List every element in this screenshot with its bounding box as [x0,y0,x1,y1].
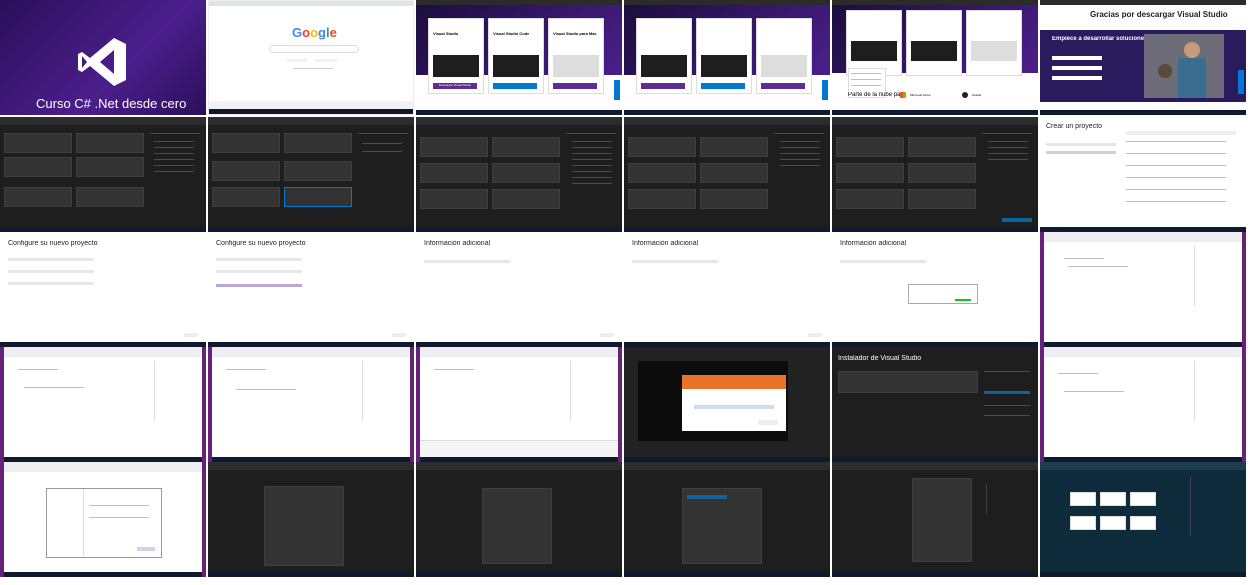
feeling-lucky-button[interactable] [315,59,337,62]
google-search-button[interactable] [287,59,307,62]
github-icon [962,92,968,98]
google-search-input[interactable] [269,45,359,53]
tile-create-project[interactable]: Crear un proyecto [1040,117,1246,232]
presenter-photo [1144,34,1224,98]
dialog[interactable] [682,375,786,431]
tile-additional-3[interactable]: Información adicional [832,232,1038,347]
tile-editor-1[interactable] [1040,232,1246,347]
visual-studio-logo-icon [78,38,126,86]
card-vs[interactable]: Visual Studio Descargar Visual Studio [428,18,484,94]
tile-installer-2[interactable] [208,117,414,232]
card-vscode[interactable]: Visual Studio Code [488,18,544,94]
card-vs-mac[interactable]: Visual Studio para Mac [548,18,604,94]
tile-dark-new-3[interactable] [624,462,830,577]
tile-dark-new-1[interactable] [208,462,414,577]
tile-installer-4[interactable] [624,117,830,232]
google-logo: Google [292,25,337,40]
tile-options-dialog[interactable] [0,462,206,577]
tile-additional-1[interactable]: Información adicional [416,232,622,347]
tile-installer-5[interactable] [832,117,1038,232]
tile-vs-installer[interactable]: Instalador de Visual Studio [832,347,1038,462]
tile-editor-2[interactable] [0,347,206,462]
tile-dark-new-2[interactable] [416,462,622,577]
tile-editor-3[interactable] [208,347,414,462]
tile-editor-4[interactable] [416,347,622,462]
tile-thanks[interactable]: Gracias por descargar Visual Studio Empi… [1040,0,1246,115]
tile-editor-5[interactable] [1040,347,1246,462]
tile-dark-context[interactable] [832,462,1038,577]
tile-course-title[interactable]: Curso C# .Net desde cero [0,0,206,115]
microsoft-icon [900,92,906,98]
tile-vs-dropdown[interactable]: Parte de la nube para Microsoft Azure Gi… [832,0,1038,115]
tile-dark-theme[interactable] [1040,462,1246,577]
tile-google[interactable]: Google [208,0,414,115]
tile-vs-download-2[interactable] [624,0,830,115]
tile-vs-download[interactable]: Visual Studio Descargar Visual Studio Vi… [416,0,622,115]
tile-configure-2[interactable]: Configure su nuevo proyecto [208,232,414,347]
tile-configure-1[interactable]: Configure su nuevo proyecto [0,232,206,347]
tile-installer-3[interactable] [416,117,622,232]
tile-additional-2[interactable]: Información adicional [624,232,830,347]
tile-installer-1[interactable] [0,117,206,232]
video-thumbnail-grid: Curso C# .Net desde cero Google Visual S… [0,0,1248,585]
tile-console-dialog[interactable] [624,347,830,462]
course-title: Curso C# .Net desde cero [36,96,187,111]
